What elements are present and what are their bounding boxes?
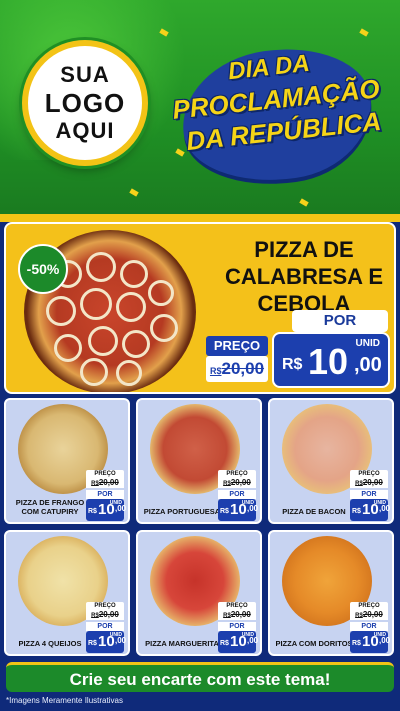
product-card[interactable]: PIZZA PORTUGUESA PREÇO R$20,00 POR R$ 10,00 UN… [136, 398, 262, 524]
featured-price-box: POR PREÇO R$20,00 UNID R$ 10 ,00 [202, 310, 394, 392]
currency: R$ [352, 640, 361, 647]
product-card[interactable]: PIZZA DE FRANGO COM CATUPIRY PREÇO R$20,00… [4, 398, 130, 524]
preco-label: PREÇO [86, 602, 124, 610]
currency: R$ [220, 508, 229, 515]
product-name: PIZZA DE FRANGO COM CATUPIRY [15, 498, 85, 516]
por-label: POR [86, 622, 124, 631]
yellow-stripe [0, 214, 400, 222]
currency: R$ [352, 508, 361, 515]
price-int: 10 [308, 341, 349, 382]
new-price: UNID R$ 10 ,00 [272, 332, 390, 388]
price-tag: PREÇO R$20,00 POR R$ 10,00 UNID [218, 470, 258, 521]
price-tag: PREÇO R$20,00 POR R$ 10,00 UNID [86, 602, 126, 653]
cta-button[interactable]: Crie seu encarte com este tema! [6, 662, 394, 692]
preco-label: PREÇO [218, 470, 256, 478]
unid-label: UNID [241, 632, 254, 638]
product-name: PIZZA PORTUGUESA [143, 507, 221, 516]
currency: R$ [220, 640, 229, 647]
unid-label: UNID [373, 632, 386, 638]
currency: R$ [88, 640, 97, 647]
discount-badge: -50% [18, 244, 68, 294]
footnote: *Imagens Meramente Ilustrativas [6, 696, 123, 705]
old-price: R$20,00 [86, 478, 124, 488]
old-price: R$20,00 [218, 610, 256, 620]
old-price: R$20,00 [218, 478, 256, 488]
product-card[interactable]: PIZZA COM DORITOS PREÇO R$20,00 POR R$ 10,00 U… [268, 530, 394, 656]
logo-placeholder: SUA LOGO AQUI [22, 40, 148, 166]
price-tag: PREÇO R$20,00 POR R$ 10,00 UNID [350, 470, 390, 521]
preco-label: PREÇO [350, 602, 388, 610]
old-price: R$20,00 [206, 356, 268, 382]
new-price: R$ 10,00 UNID [350, 631, 390, 653]
new-price: R$ 10,00 UNID [86, 499, 126, 521]
old-price: R$20,00 [350, 478, 388, 488]
price-tag: PREÇO R$20,00 POR R$ 10,00 UNID [86, 470, 126, 521]
product-name: PIZZA MARGUERITA [145, 639, 219, 648]
new-price: R$ 10,00 UNID [218, 499, 258, 521]
featured-offer[interactable]: -50% PIZZA DE CALABRESA E CEBOLA POR PRE… [4, 222, 396, 394]
logo-line: SUA [60, 62, 110, 87]
product-card[interactable]: PIZZA 4 QUEIJOS PREÇO R$20,00 POR R$ 10,00 UNI… [4, 530, 130, 656]
confetti [299, 198, 309, 207]
price-tag: PREÇO R$20,00 POR R$ 10,00 UNID [218, 602, 258, 653]
confetti [359, 28, 369, 37]
header: SUA LOGO AQUI DIA DA PROCLAMAÇÃO DA REPÚ… [0, 0, 400, 218]
por-label: POR [218, 490, 256, 499]
currency: R$ [282, 356, 303, 373]
unid-label: UNID [109, 500, 122, 506]
preco-label: PREÇO [206, 336, 268, 356]
price-cents: ,00 [354, 354, 382, 376]
por-label: POR [292, 310, 388, 332]
preco-label: PREÇO [350, 470, 388, 478]
logo-line: AQUI [55, 118, 115, 143]
new-price: R$ 10,00 UNID [350, 499, 390, 521]
featured-product-name: PIZZA DE CALABRESA E CEBOLA [224, 237, 384, 316]
unid-label: UNID [373, 500, 386, 506]
por-label: POR [86, 490, 124, 499]
unid-label: UNID [355, 338, 380, 349]
por-label: POR [350, 622, 388, 631]
logo-line: LOGO [44, 88, 126, 118]
product-name: PIZZA COM DORITOS [275, 639, 353, 648]
por-label: POR [218, 622, 256, 631]
product-card[interactable]: PIZZA DE BACON PREÇO R$20,00 POR R$ 10,00 UNID [268, 398, 394, 524]
unid-label: UNID [241, 500, 254, 506]
new-price: R$ 10,00 UNID [86, 631, 126, 653]
product-name: PIZZA 4 QUEIJOS [18, 639, 82, 648]
price-tag: PREÇO R$20,00 POR R$ 10,00 UNID [350, 602, 390, 653]
product-name: PIZZA DE BACON [282, 507, 346, 516]
holiday-banner: DIA DA PROCLAMAÇÃO DA REPÚBLICA [170, 37, 392, 193]
por-label: POR [350, 490, 388, 499]
old-price: R$20,00 [86, 610, 124, 620]
currency: R$ [88, 508, 97, 515]
new-price: R$ 10,00 UNID [218, 631, 258, 653]
old-price: R$20,00 [350, 610, 388, 620]
unid-label: UNID [109, 632, 122, 638]
confetti [129, 188, 139, 197]
preco-label: PREÇO [86, 470, 124, 478]
preco-label: PREÇO [218, 602, 256, 610]
product-card[interactable]: PIZZA MARGUERITA PREÇO R$20,00 POR R$ 10,00 UN… [136, 530, 262, 656]
